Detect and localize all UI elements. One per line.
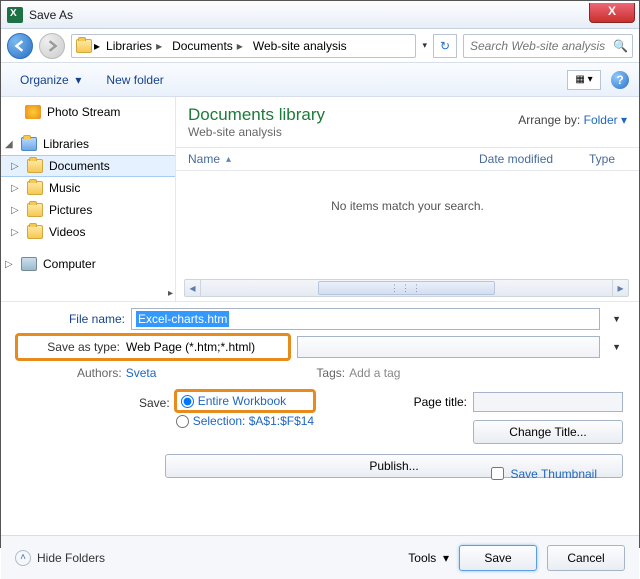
- arrange-by[interactable]: Arrange by: Folder ▾: [518, 105, 627, 139]
- content-heading: Documents library: [188, 105, 325, 125]
- sidebar-scroll-right[interactable]: ▸: [168, 288, 173, 299]
- column-headers[interactable]: Name ▴ Date modified Type: [176, 147, 639, 171]
- videos-icon: [27, 225, 43, 239]
- toolbar: Organize ▾ New folder ▦ ▾ ?: [1, 63, 639, 97]
- chevron-right-icon: ▷: [11, 161, 21, 172]
- sidebar-item-computer[interactable]: ▷ Computer: [1, 253, 175, 275]
- tags-value[interactable]: Add a tag: [349, 366, 400, 380]
- breadcrumb[interactable]: ▸ Libraries▸ Documents▸ Web-site analysi…: [71, 34, 416, 58]
- sidebar-item-music[interactable]: ▷ Music: [1, 177, 175, 199]
- saveas-label: Save as type:: [20, 340, 120, 354]
- music-icon: [27, 181, 43, 195]
- pictures-icon: [27, 203, 43, 217]
- breadcrumb-item[interactable]: Libraries▸: [102, 39, 166, 53]
- title-bar: Save As X: [1, 1, 639, 29]
- computer-icon: [21, 257, 37, 271]
- breadcrumb-item[interactable]: Documents▸: [168, 39, 247, 53]
- tools-menu[interactable]: Tools ▾: [408, 551, 449, 565]
- forward-button[interactable]: [39, 33, 65, 59]
- help-button[interactable]: ?: [611, 71, 629, 89]
- hide-folders-button[interactable]: ˄ Hide Folders: [15, 550, 105, 566]
- save-label: Save:: [139, 396, 170, 410]
- back-button[interactable]: [7, 33, 33, 59]
- window-title: Save As: [29, 8, 73, 22]
- excel-icon: [7, 7, 23, 23]
- file-list-area: Documents library Web-site analysis Arra…: [176, 97, 639, 301]
- search-box[interactable]: 🔍: [463, 34, 633, 58]
- page-title-input[interactable]: [473, 392, 623, 412]
- view-button[interactable]: ▦ ▾: [567, 70, 601, 90]
- nav-row: ▸ Libraries▸ Documents▸ Web-site analysi…: [1, 29, 639, 63]
- dropdown-icon[interactable]: ▼: [612, 342, 621, 352]
- folder-icon: [76, 39, 92, 53]
- form-area: File name: Excel-charts.htm ▼ Save as ty…: [1, 301, 639, 535]
- radio-entire-workbook[interactable]: Entire Workbook: [181, 394, 309, 408]
- sidebar-item-documents[interactable]: ▷ Documents: [1, 155, 175, 177]
- folder-icon: [27, 159, 43, 173]
- flower-icon: [25, 105, 41, 119]
- sidebar-item-libraries[interactable]: ◢ Libraries: [1, 133, 175, 155]
- breadcrumb-item[interactable]: Web-site analysis: [249, 39, 351, 53]
- sidebar-item-pictures[interactable]: ▷ Pictures: [1, 199, 175, 221]
- saveas-combo-highlight[interactable]: Web Page (*.htm;*.html): [126, 336, 286, 358]
- sidebar-item-photostream[interactable]: Photo Stream: [1, 101, 175, 123]
- refresh-button[interactable]: ↻: [433, 34, 457, 58]
- save-thumbnail-checkbox[interactable]: Save Thumbnail: [487, 464, 624, 483]
- sidebar: Photo Stream ◢ Libraries ▷ Documents ▷ M…: [1, 97, 176, 301]
- chevron-right-icon: ▷: [5, 259, 15, 270]
- dropdown-icon[interactable]: ▼: [612, 314, 621, 324]
- empty-message: No items match your search.: [176, 171, 639, 279]
- close-button[interactable]: X: [589, 3, 635, 23]
- search-icon: 🔍: [613, 39, 628, 53]
- search-input[interactable]: [468, 38, 613, 54]
- change-title-button[interactable]: Change Title...: [473, 420, 623, 444]
- authors-label: Authors:: [77, 366, 122, 380]
- radio-selection[interactable]: Selection: $A$1:$F$14: [176, 414, 314, 428]
- save-button[interactable]: Save: [459, 545, 537, 571]
- chevron-up-icon: ˄: [15, 550, 31, 566]
- bottom-bar: ˄ Hide Folders Tools ▾ Save Cancel: [1, 535, 639, 579]
- tags-label: Tags:: [316, 366, 345, 380]
- filename-input[interactable]: Excel-charts.htm: [131, 308, 600, 330]
- new-folder-button[interactable]: New folder: [98, 69, 171, 91]
- horizontal-scrollbar[interactable]: ◂ ⋮⋮⋮ ▸: [184, 279, 629, 297]
- authors-value[interactable]: Sveta: [126, 366, 157, 380]
- libraries-icon: [21, 137, 37, 151]
- sidebar-item-videos[interactable]: ▷ Videos: [1, 221, 175, 243]
- content-subheading: Web-site analysis: [188, 125, 325, 139]
- cancel-button[interactable]: Cancel: [547, 545, 625, 571]
- organize-button[interactable]: Organize ▾: [11, 68, 90, 92]
- saveas-combo[interactable]: [297, 336, 600, 358]
- filename-label: File name:: [17, 312, 125, 326]
- page-title-label: Page title:: [414, 395, 467, 409]
- chevron-down-icon: ◢: [5, 139, 15, 150]
